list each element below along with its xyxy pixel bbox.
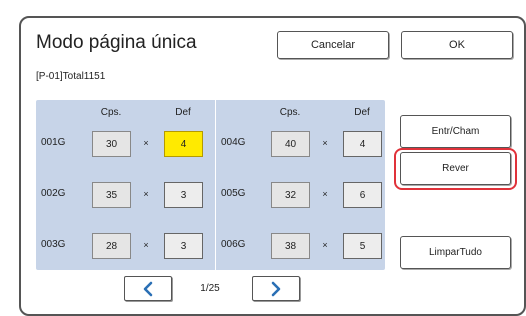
ok-button[interactable]: OK xyxy=(401,31,513,59)
copies-cell[interactable]: 35 xyxy=(92,182,131,208)
chevron-right-icon xyxy=(271,281,281,296)
def-cell[interactable]: 3 xyxy=(164,233,203,259)
col-header-copies-left: Cps. xyxy=(100,107,122,118)
col-header-copies-right: Cps. xyxy=(279,107,301,118)
copies-cell[interactable]: 30 xyxy=(92,131,131,157)
group-label: 002G xyxy=(41,188,66,199)
copies-cell[interactable]: 40 xyxy=(271,131,310,157)
def-cell[interactable]: 3 xyxy=(164,182,203,208)
entr-cham-button[interactable]: Entr/Cham xyxy=(400,115,511,148)
times-symbol: × xyxy=(143,138,149,148)
copies-cell[interactable]: 32 xyxy=(271,182,310,208)
group-grid-panel xyxy=(36,100,385,270)
times-symbol: × xyxy=(322,189,328,199)
page-indicator: 1/25 xyxy=(200,283,220,294)
grid-divider xyxy=(215,100,216,270)
group-label: 006G xyxy=(221,239,246,250)
def-cell[interactable]: 6 xyxy=(343,182,382,208)
cancel-button[interactable]: Cancelar xyxy=(277,31,389,59)
col-header-def-right: Def xyxy=(354,107,370,118)
times-symbol: × xyxy=(322,138,328,148)
job-info: [P-01]Total1151 xyxy=(36,71,106,82)
group-label: 005G xyxy=(221,188,246,199)
def-cell[interactable]: 4 xyxy=(343,131,382,157)
col-header-def-left: Def xyxy=(175,107,191,118)
limpar-tudo-button[interactable]: LimparTudo xyxy=(400,236,511,269)
copies-cell[interactable]: 38 xyxy=(271,233,310,259)
next-page-button[interactable] xyxy=(252,276,300,301)
group-label: 001G xyxy=(41,137,66,148)
group-label: 003G xyxy=(41,239,66,250)
copies-cell[interactable]: 28 xyxy=(92,233,131,259)
group-label: 004G xyxy=(221,137,246,148)
def-cell-selected[interactable]: 4 xyxy=(164,131,203,157)
chevron-left-icon xyxy=(143,281,153,296)
page-title: Modo página única xyxy=(36,32,197,53)
rever-button[interactable]: Rever xyxy=(400,152,511,185)
times-symbol: × xyxy=(143,240,149,250)
previous-page-button[interactable] xyxy=(124,276,172,301)
def-cell[interactable]: 5 xyxy=(343,233,382,259)
times-symbol: × xyxy=(143,189,149,199)
times-symbol: × xyxy=(322,240,328,250)
